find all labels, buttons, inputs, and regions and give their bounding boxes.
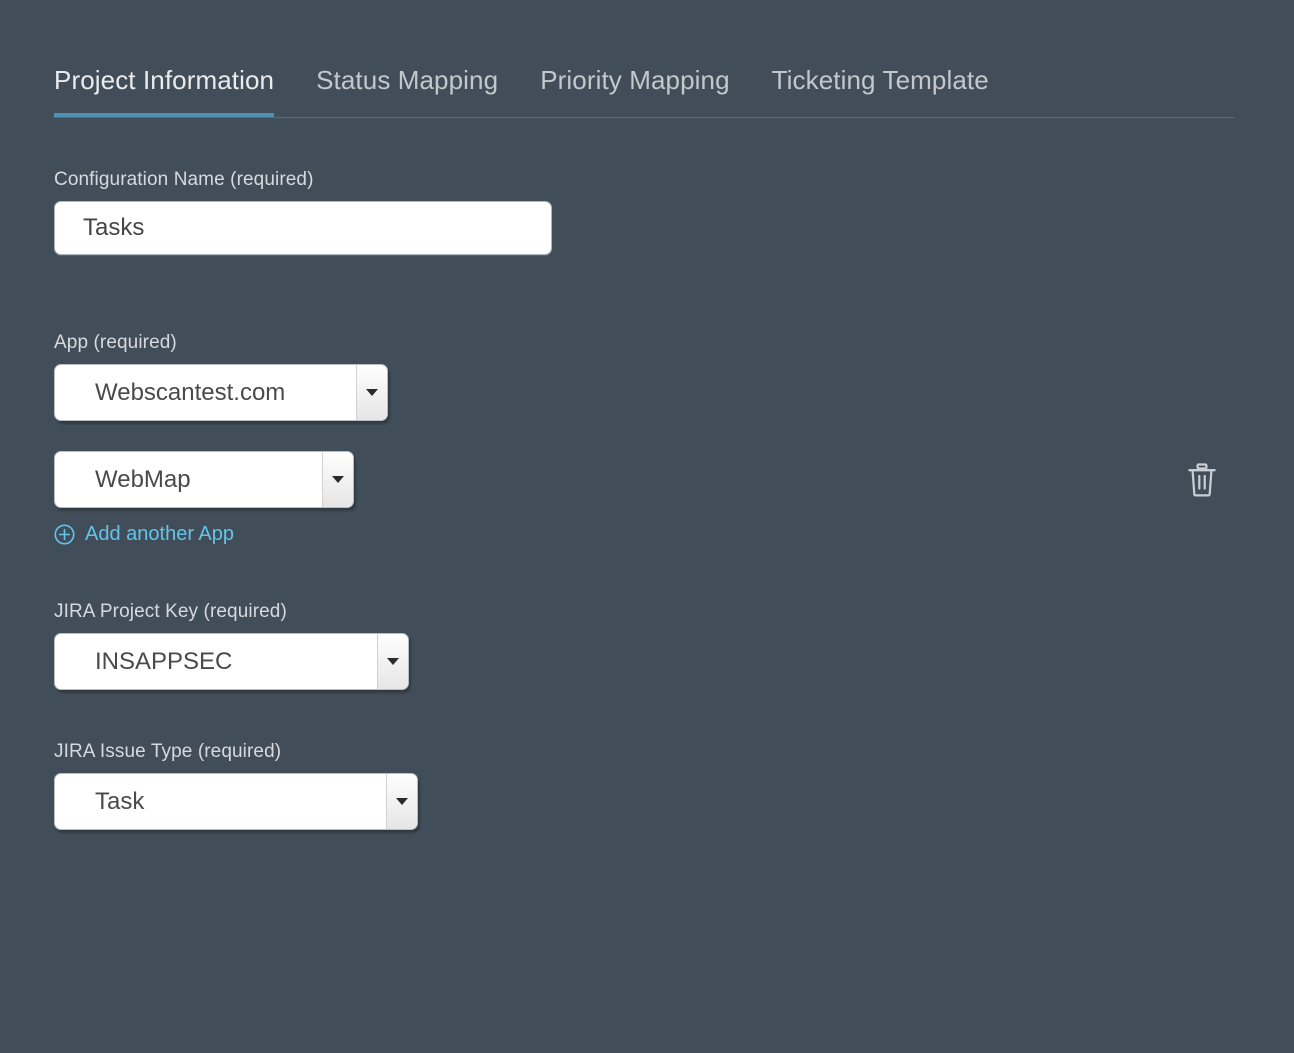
tab-project-information[interactable]: Project Information <box>54 65 275 117</box>
chevron-down-icon[interactable] <box>377 634 408 689</box>
jira-issue-type-label: JIRA Issue Type (required) <box>54 741 282 762</box>
delete-app-button[interactable] <box>1182 460 1222 500</box>
project-information-form: Configuration Name (required) App (requi… <box>54 168 1235 830</box>
chevron-down-icon[interactable] <box>386 774 417 829</box>
jira-issue-type-value: Task <box>95 787 145 815</box>
tab-status-mapping-label: Status Mapping <box>316 65 499 95</box>
field-configuration-name: Configuration Name (required) <box>54 168 1235 255</box>
circle-plus-icon <box>54 524 75 545</box>
configuration-name-input[interactable] <box>54 201 552 255</box>
add-another-app-link[interactable]: Add another App <box>54 523 234 546</box>
app-select-2-value: WebMap <box>95 465 191 493</box>
tab-status-mapping[interactable]: Status Mapping <box>316 65 498 117</box>
jira-project-key-select[interactable]: INSAPPSEC <box>54 633 409 690</box>
tab-bar-divider <box>54 117 1235 118</box>
tab-priority-mapping[interactable]: Priority Mapping <box>540 65 729 117</box>
tab-bar: Project Information Status Mapping Prior… <box>54 55 1235 118</box>
tab-project-information-label: Project Information <box>54 65 275 95</box>
app-label: App (required) <box>54 332 177 353</box>
tab-ticketing-template[interactable]: Ticketing Template <box>772 65 989 117</box>
tab-priority-mapping-label: Priority Mapping <box>540 65 730 95</box>
configuration-name-label: Configuration Name (required) <box>54 169 314 190</box>
field-app: App (required) Webscantest.com WebMap Ad… <box>54 331 1235 550</box>
chevron-down-icon[interactable] <box>356 365 387 420</box>
app-row-1: Webscantest.com <box>54 364 1235 421</box>
app-select-2[interactable]: WebMap <box>54 451 354 508</box>
jira-project-key-value: INSAPPSEC <box>95 647 233 675</box>
jira-issue-type-select[interactable]: Task <box>54 773 418 830</box>
app-select-1-value: Webscantest.com <box>95 378 286 406</box>
jira-project-key-label: JIRA Project Key (required) <box>54 601 287 622</box>
field-jira-project-key: JIRA Project Key (required) INSAPPSEC <box>54 600 1235 690</box>
tab-list: Project Information Status Mapping Prior… <box>54 55 1235 117</box>
app-row-2: WebMap <box>54 451 1235 508</box>
app-select-1[interactable]: Webscantest.com <box>54 364 388 421</box>
chevron-down-icon[interactable] <box>322 452 353 507</box>
tab-ticketing-template-label: Ticketing Template <box>771 65 989 95</box>
field-jira-issue-type: JIRA Issue Type (required) Task <box>54 740 1235 830</box>
trash-icon <box>1188 462 1216 496</box>
add-another-app-label: Add another App <box>85 523 235 545</box>
